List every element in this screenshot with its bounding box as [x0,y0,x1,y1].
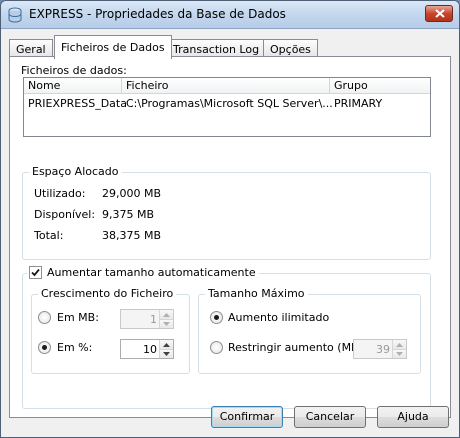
cell-group: PRIMARY [334,97,383,110]
growth-pct-spinner[interactable]: 10 [120,339,174,359]
confirm-button[interactable]: Confirmar [211,406,283,428]
file-growth-title: Crescimento do Ficheiro [38,287,177,300]
unlimited-radio[interactable] [210,311,223,324]
column-header-grupo[interactable]: Grupo [330,78,430,94]
data-files-list[interactable]: Nome Ficheiro Grupo PRIEXPRESS_Data C:\P… [23,77,431,137]
growth-mb-label[interactable]: Em MB: [57,311,99,324]
tab-ficheiros-de-dados[interactable]: Ficheiros de Dados [54,35,172,59]
spinner-arrows[interactable] [159,310,173,328]
chevron-up-icon[interactable] [160,310,173,319]
properties-dialog: EXPRESS - Propriedades da Base de Dados … [0,0,460,438]
list-header: Nome Ficheiro Grupo [24,78,430,94]
column-header-nome[interactable]: Nome [24,78,122,94]
column-header-ficheiro[interactable]: Ficheiro [122,78,330,94]
restrict-label[interactable]: Restringir aumento (MB): [228,341,367,354]
autogrow-label[interactable]: Aumentar tamanho automaticamente [47,266,256,279]
autogrow-title: Aumentar tamanho automaticamente [27,266,259,279]
total-label: Total: [34,229,64,242]
spinner-arrows[interactable] [392,340,406,358]
file-growth-group: Crescimento do Ficheiro Em MB: 1 Em %: 1… [31,287,190,374]
tab-panel-ficheiros: Ficheiros de dados: Nome Ficheiro Grupo … [9,56,451,418]
help-button[interactable]: Ajuda [377,406,449,428]
growth-mb-radio[interactable] [38,311,51,324]
restrict-spinner[interactable]: 39 [353,339,407,359]
chevron-up-icon[interactable] [393,340,406,349]
growth-pct-label[interactable]: Em %: [57,341,92,354]
unlimited-label[interactable]: Aumento ilimitado [228,311,329,324]
cell-file: C:\Programas\Microsoft SQL Server\... [126,97,333,110]
growth-mb-value: 1 [150,313,157,326]
close-button[interactable] [425,5,453,22]
chevron-down-icon[interactable] [160,319,173,328]
growth-mb-spinner[interactable]: 1 [120,309,174,329]
allocated-space-group: Espaço Alocado Utilizado: 29,000 MB Disp… [22,165,431,260]
data-files-label: Ficheiros de dados: [21,64,127,77]
spinner-arrows[interactable] [159,340,173,358]
dialog-client-area: Geral Ficheiros de Dados Transaction Log… [1,30,459,437]
cancel-button[interactable]: Cancelar [294,406,366,428]
check-mark-icon [31,268,40,277]
chevron-down-icon[interactable] [393,349,406,358]
autogrow-checkbox[interactable] [29,266,42,279]
allocated-space-title: Espaço Alocado [29,165,122,178]
chevron-down-icon[interactable] [160,349,173,358]
restrict-radio[interactable] [210,341,223,354]
max-size-title: Tamanho Máximo [205,287,308,300]
growth-pct-value: 10 [143,343,157,356]
growth-pct-radio[interactable] [38,341,51,354]
used-label: Utilizado: [34,187,86,200]
database-icon [7,7,23,23]
autogrow-group: Aumentar tamanho automaticamente Crescim… [22,266,431,409]
close-icon [435,9,445,18]
max-size-group: Tamanho Máximo Aumento ilimitado Restrin… [198,287,421,374]
chevron-up-icon[interactable] [160,340,173,349]
restrict-value: 39 [376,343,390,356]
available-value: 9,375 MB [102,208,155,221]
cell-name: PRIEXPRESS_Data [28,97,127,110]
total-value: 38,375 MB [102,229,162,242]
available-label: Disponível: [34,208,96,221]
title-bar[interactable]: EXPRESS - Propriedades da Base de Dados [1,1,459,29]
used-value: 29,000 MB [102,187,162,200]
window-title: EXPRESS - Propriedades da Base de Dados [29,7,286,21]
